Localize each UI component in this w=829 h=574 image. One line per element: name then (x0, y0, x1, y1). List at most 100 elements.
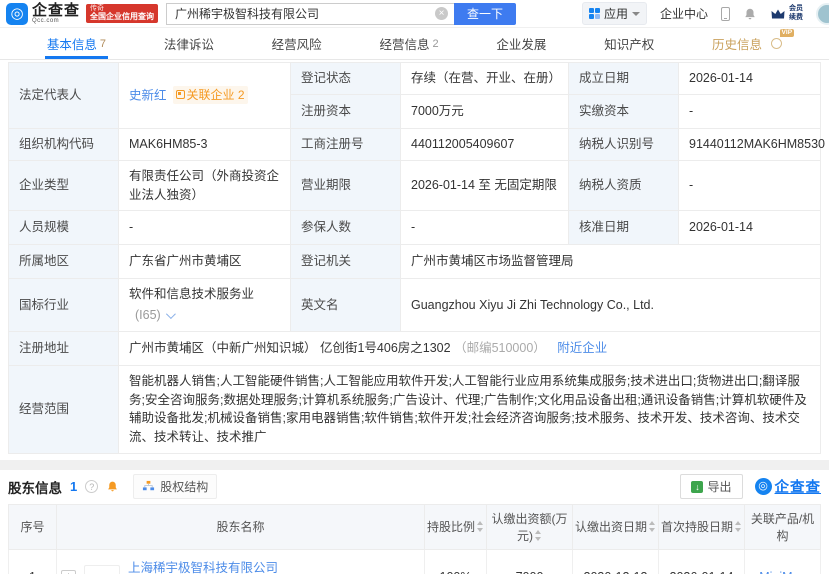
shareholders-count: 1 (70, 479, 78, 495)
apps-grid-icon (588, 8, 600, 19)
field-label: 登记机关 (290, 244, 401, 280)
field-label: 英文名 (290, 278, 401, 332)
qcc-logo-icon: ◎ (6, 2, 28, 25)
field-value: Guangzhou Xiyu Ji Zhi Technology Co., Lt… (400, 278, 821, 332)
qcc-brand[interactable]: ◎ 企查查 Qcc.com 传奇 全国企业信用查询 (6, 2, 159, 25)
col-first-hold-date-sort[interactable]: 首次持股日期 (658, 503, 745, 550)
search-input[interactable] (166, 2, 455, 25)
table-header-row: 序号 股东名称 持股比例 认缴出资额(万元) 认缴出资日期 首次持股日期 关联产… (8, 503, 821, 550)
field-value: 存续（在营、开业、在册） (400, 62, 569, 95)
basic-info-section: 法定代表人 史新红 关联企业 2 登记状态 存续（在营、开业、在册） 成立日期 2… (0, 60, 829, 460)
field-label: 营业期限 (290, 159, 401, 212)
shareholders-table: 序号 股东名称 持股比例 认缴出资额(万元) 认缴出资日期 首次持股日期 关联产… (8, 503, 821, 574)
legal-rep-link[interactable]: 史新红 (129, 88, 167, 102)
sort-icon (649, 521, 656, 533)
search-box: × (166, 2, 455, 25)
field-value: - (400, 210, 569, 246)
basic-info-table: 法定代表人 史新红 关联企业 2 登记状态 存续（在营、开业、在册） 成立日期 2… (8, 62, 825, 454)
col-shareholder-name: 股东名称 (56, 503, 425, 550)
excel-icon: ↓ (691, 480, 704, 493)
brand-text: 企查查 Qcc.com (32, 3, 80, 24)
nearby-companies-link[interactable]: 附近企业 (557, 341, 607, 355)
row-index: 1 (8, 548, 57, 574)
field-label: 国标行业 (8, 278, 119, 332)
section-divider (0, 459, 829, 470)
col-index: 序号 (8, 503, 57, 550)
tab-history-info[interactable]: 历史信息 VIP (708, 28, 795, 59)
business-scope: 智能机器人销售;人工智能硬件销售;人工智能应用软件开发;人工智能行业应用系统集成… (118, 364, 821, 454)
mobile-app-icon[interactable] (721, 6, 730, 21)
top-nav: 应用 企业中心 会员 续费 (581, 2, 829, 25)
search-button[interactable]: 查一下 (454, 2, 517, 25)
chevron-down-icon (631, 11, 640, 16)
first-hold-date-value: 2026-01-14 (658, 548, 745, 574)
qcc-company-page: ◎ 企查查 Qcc.com 传奇 全国企业信用查询 × 查一下 应用 企业中心 (0, 0, 829, 574)
zip-code: （邮编510000） (454, 340, 546, 355)
help-icon[interactable]: ? (85, 480, 99, 494)
vip-renewal-button[interactable]: 会员 续费 (770, 5, 803, 21)
lock-icon (771, 38, 783, 49)
export-button[interactable]: ↓ 导出 (680, 474, 743, 500)
org-icon (175, 90, 185, 100)
col-amount-sort[interactable]: 认缴出资额(万元) (486, 503, 573, 550)
monitor-bell-icon[interactable] (106, 480, 119, 493)
field-label: 纳税人识别号 (568, 127, 679, 161)
table-row: 1 + 上海稀宇极智科技有限公司 赴港上市（00100.HK） 100% 700… (8, 548, 821, 574)
field-value: - (678, 93, 821, 129)
expand-row-button[interactable]: + (61, 569, 76, 574)
org-chart-icon (143, 481, 155, 491)
field-label: 成立日期 (568, 62, 679, 95)
field-value: - (118, 210, 291, 246)
field-label: 注册资本 (290, 93, 401, 129)
field-label: 实缴资本 (568, 93, 679, 129)
tab-basic-info[interactable]: 基本信息 7 (43, 28, 110, 59)
tab-operation-risk[interactable]: 经营风险 (268, 28, 326, 59)
shareholder-link[interactable]: 上海稀宇极智科技有限公司 (128, 557, 278, 574)
top-bar: ◎ 企查查 Qcc.com 传奇 全国企业信用查询 × 查一下 应用 企业中心 (0, 0, 829, 28)
field-value: 有限责任公司（外商投资企业法人独资） (118, 159, 291, 212)
field-label: 登记状态 (290, 62, 401, 95)
field-value: 2026-01-14 (678, 210, 821, 246)
chevron-down-icon[interactable] (165, 309, 176, 319)
related-product-link[interactable]: MiniMax (759, 570, 806, 574)
field-value: 91440112MAK6HM8530 (678, 127, 825, 161)
sort-icon (535, 529, 542, 541)
section-tabs: 基本信息 7 法律诉讼 经营风险 经营信息 2 企业发展 知识产权 历史信息 VIP (0, 28, 829, 60)
legal-rep-cell: 史新红 关联企业 2 (118, 62, 291, 129)
col-subscribe-date-sort[interactable]: 认缴出资日期 (572, 503, 659, 550)
col-related-product: 关联产品/机构 (744, 503, 821, 550)
related-companies-badge[interactable]: 关联企业 2 (172, 85, 248, 104)
industry-cell: 软件和信息技术服务业 (I65) (118, 278, 291, 332)
field-label: 企业类型 (8, 159, 119, 212)
tab-legal-litigation[interactable]: 法律诉讼 (160, 28, 218, 59)
field-value: - (678, 159, 821, 212)
tab-operation-info[interactable]: 经营信息 2 (375, 28, 442, 59)
brand-name: 企查查 (32, 2, 81, 19)
related-product-cell: MiniMax (744, 548, 821, 574)
address-cell: 广州市黄埔区（中新广州知识城） 亿创街1号406房之1302 （邮编510000… (118, 330, 821, 366)
shareholders-header: 股东信息 1 ? 股权结构 ↓ 导出 ◎ 企查查 (8, 470, 821, 504)
sort-icon (477, 521, 484, 533)
field-value: 2026-01-14 (678, 62, 821, 95)
apps-menu[interactable]: 应用 (581, 2, 647, 25)
amount-value: 7000 (486, 548, 573, 574)
field-label: 参保人数 (290, 210, 401, 246)
vip-badge: VIP (779, 29, 795, 37)
tab-intellectual-property[interactable]: 知识产权 (600, 28, 658, 59)
shareholder-logo (84, 564, 120, 574)
shareholders-section: 股东信息 1 ? 股权结构 ↓ 导出 ◎ 企查查 序号 股东名称 持股比例 认缴… (0, 469, 829, 574)
qcc-watermark-logo[interactable]: ◎ 企查查 (754, 476, 822, 497)
crown-icon (771, 9, 785, 18)
notifications-bell-icon[interactable] (743, 7, 757, 21)
clear-search-icon[interactable]: × (435, 6, 449, 20)
shareholders-title: 股东信息 (8, 480, 62, 496)
field-label: 纳税人资质 (568, 159, 679, 212)
ratio-value: 100% (424, 548, 487, 574)
tab-company-development[interactable]: 企业发展 (492, 28, 550, 59)
field-label: 经营范围 (8, 364, 119, 454)
equity-structure-button[interactable]: 股权结构 (133, 474, 218, 500)
field-value: 440112005409607 (400, 127, 569, 161)
field-value: 广东省广州市黄埔区 (118, 244, 291, 280)
enterprise-center-link[interactable]: 企业中心 (660, 5, 708, 22)
col-ratio-sort[interactable]: 持股比例 (424, 503, 487, 550)
